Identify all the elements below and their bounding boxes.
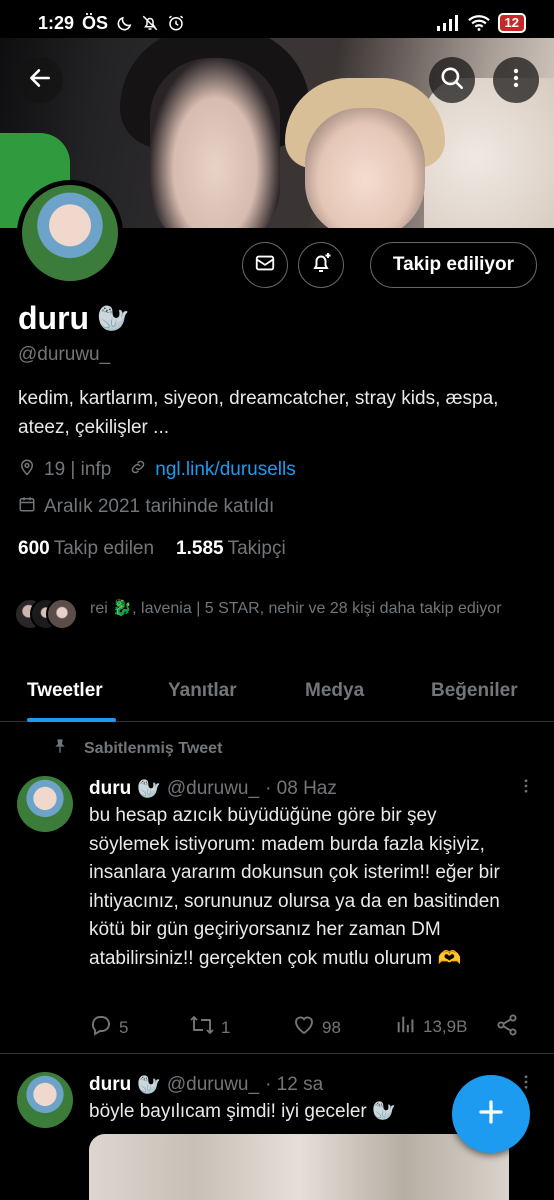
tab-likes[interactable]: Beğeniler (431, 680, 518, 702)
tab-replies[interactable]: Yanıtlar (168, 680, 237, 702)
like-count: 98 (322, 1017, 341, 1037)
more-options-button[interactable] (493, 57, 539, 103)
link-icon (129, 458, 147, 482)
reply-button[interactable]: 5 (89, 1013, 128, 1042)
reply-count: 5 (119, 1017, 129, 1037)
calendar-icon (18, 495, 36, 519)
banner-decor (150, 58, 280, 228)
tweet-actions: 5 1 98 13,9B (89, 1013, 529, 1039)
wifi-icon (467, 14, 490, 32)
profile-avatar[interactable] (17, 180, 123, 286)
status-carrier: ÖS (82, 12, 109, 33)
avatar (46, 598, 78, 630)
retweet-count: 1 (221, 1017, 231, 1037)
tweet-author-name[interactable]: duru (89, 1074, 131, 1096)
tab-media[interactable]: Medya (305, 680, 364, 702)
tweet-author-handle: @duruwu_ (166, 1074, 260, 1095)
mutual-followers[interactable]: rei 🐉, lavenia | 5 STAR, nehir ve 28 kiş… (14, 596, 534, 630)
search-button[interactable] (429, 57, 475, 103)
pinned-tweet-label: Sabitlenmiş Tweet (52, 737, 222, 760)
followers-count: 1.585 (176, 538, 224, 559)
bell-plus-icon (309, 251, 333, 280)
alarm-icon (167, 14, 185, 32)
tweet-author-handle: @duruwu_ (166, 778, 260, 799)
mutual-followers-text: rei 🐉, lavenia | 5 STAR, nehir ve 28 kiş… (90, 600, 502, 617)
tweet-divider (0, 1053, 554, 1054)
tweet-time[interactable]: · 12 sa (265, 1074, 323, 1096)
back-arrow-icon (27, 65, 53, 96)
following-count: 600 (18, 538, 50, 559)
retweet-button[interactable]: 1 (189, 1013, 230, 1042)
location-icon (18, 458, 36, 482)
tweet-avatar[interactable] (17, 776, 73, 832)
display-name: duru (18, 300, 90, 336)
profile-meta: 19 | infp ngl.link/durusells (18, 458, 296, 482)
like-button[interactable]: 98 (292, 1013, 341, 1042)
profile-tabs: Tweetler Yanıtlar Medya Beğeniler (0, 664, 554, 722)
banner-decor (305, 108, 425, 228)
joined-date: Aralık 2021 tarihinde katıldı (44, 496, 275, 517)
profile-handle: @duruwu_ (18, 344, 111, 365)
tweet-header: duru 🦭 @duruwu_ · 08 Haz (89, 777, 337, 801)
tweet-author-emoji: 🦭 (137, 1075, 161, 1096)
message-button[interactable] (242, 242, 288, 288)
pinned-label-text: Sabitlenmiş Tweet (84, 739, 223, 757)
search-icon (439, 65, 465, 96)
pin-icon (52, 737, 68, 760)
profile-link[interactable]: ngl.link/durusells (155, 459, 295, 481)
tweet-text: bu hesap azıcık büyüdüğüne göre bir şey … (89, 805, 500, 969)
avatar (22, 185, 118, 281)
following-label: Takip edilen (53, 538, 155, 559)
following-count-link[interactable]: 600 Takip edilen (18, 538, 154, 560)
more-vertical-icon (504, 66, 528, 95)
more-vertical-icon (517, 777, 535, 800)
name-emoji: 🦭 (97, 303, 130, 333)
back-button[interactable] (17, 57, 63, 103)
views-icon (395, 1013, 417, 1040)
tweet-time[interactable]: · 08 Haz (265, 778, 337, 800)
status-bar: 1:29 ÖS 12 (0, 0, 554, 46)
profile-bio: kedim, kartlarım, siyeon, dreamcatcher, … (18, 388, 499, 438)
share-icon (495, 1013, 519, 1042)
mutual-avatars (14, 596, 80, 630)
following-button[interactable]: Takip ediliyor (369, 242, 537, 288)
compose-tweet-button[interactable] (452, 1075, 530, 1153)
tweet-header: duru 🦭 @duruwu_ · 12 sa (89, 1073, 323, 1097)
mute-bell-icon (141, 14, 159, 32)
signal-icon (436, 15, 460, 31)
profile-name: duru 🦭 (18, 300, 129, 337)
tweet-media[interactable] (89, 1134, 509, 1200)
compose-plus-icon (476, 1097, 506, 1132)
follow-counts: 600 Takip edilen 1.585 Takipçi (18, 538, 286, 560)
mail-icon (254, 252, 276, 279)
notifications-button[interactable] (298, 242, 344, 288)
moon-icon (116, 15, 133, 32)
tweet-author-emoji: 🦭 (137, 779, 161, 800)
profile-location: 19 | infp (44, 459, 112, 480)
followers-label: Takipçi (227, 538, 286, 559)
active-tab-indicator (27, 718, 116, 722)
tweet-avatar[interactable] (17, 1072, 73, 1128)
retweet-icon (189, 1013, 215, 1042)
tweet-more-button[interactable] (514, 776, 538, 800)
battery-indicator: 12 (497, 13, 526, 33)
share-button[interactable] (495, 1013, 519, 1042)
reply-icon (89, 1013, 113, 1042)
tweet-author-name[interactable]: duru (89, 778, 131, 800)
like-icon (292, 1013, 316, 1042)
status-time: 1:29 (38, 12, 75, 33)
profile-joined: Aralık 2021 tarihinde katıldı (18, 495, 274, 519)
views-button[interactable]: 13,9B (395, 1013, 467, 1040)
followers-count-link[interactable]: 1.585 Takipçi (176, 538, 286, 560)
views-count: 13,9B (423, 1016, 468, 1036)
tab-tweets[interactable]: Tweetler (27, 680, 103, 702)
